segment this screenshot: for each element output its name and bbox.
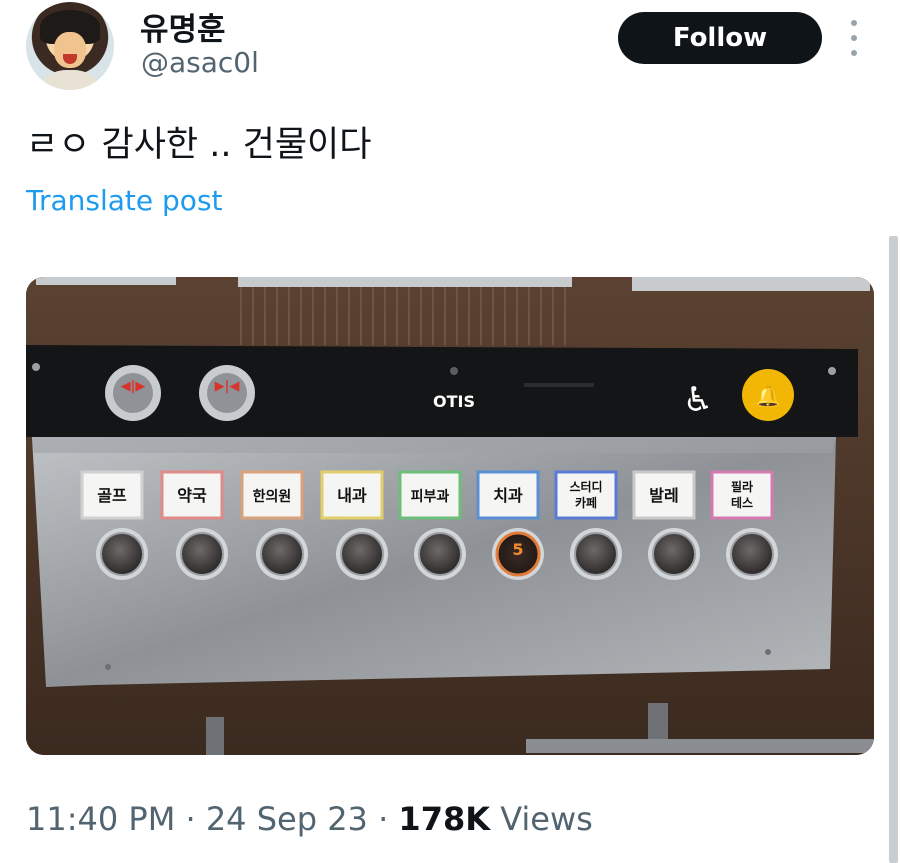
- brand-logo: OTIS: [433, 392, 475, 411]
- svg-text:🔔: 🔔: [756, 384, 781, 408]
- wheelchair-icon: ♿: [683, 380, 713, 420]
- floor-label-text: 필라: [731, 479, 753, 494]
- floor-button: [574, 532, 618, 576]
- floor-button: [418, 532, 462, 576]
- views-count: 178K: [398, 800, 491, 838]
- more-dot: [851, 35, 857, 41]
- floor-button: [730, 532, 774, 576]
- floor-label-text: 발레: [649, 486, 678, 505]
- avatar-shirt: [36, 70, 104, 90]
- post-time[interactable]: 11:40 PM: [26, 800, 175, 838]
- more-dot: [851, 20, 857, 26]
- more-dot: [851, 50, 857, 56]
- floor-label-text: 치과: [493, 486, 523, 505]
- follow-button[interactable]: Follow: [618, 12, 822, 64]
- floor-button: [652, 532, 696, 576]
- post-photo[interactable]: ◀|▶ ▶|◀ OTIS ♿ 🔔 골프 약국 한의원 내과 피부과 치과 5 스터디 카페 발레 필…: [26, 277, 874, 755]
- floor-label-text: 한의원: [253, 488, 292, 505]
- display-name[interactable]: 유명훈: [140, 4, 226, 49]
- post-text: ㄹㅇ 감사한 .. 건물이다: [26, 125, 372, 165]
- floor-button: [100, 532, 144, 576]
- floor-label-text: 카페: [575, 495, 597, 510]
- floor-label-text: 약국: [177, 486, 207, 505]
- post-meta: 11:40 PM · 24 Sep 23 · 178K Views: [26, 800, 593, 838]
- floor-label-text: 내과: [337, 486, 367, 505]
- meta-separator: ·: [185, 800, 196, 838]
- floor-button: [260, 532, 304, 576]
- svg-text:▶|◀: ▶|◀: [215, 379, 240, 394]
- floor-label-card: [554, 470, 618, 520]
- svg-text:◀|▶: ◀|▶: [121, 379, 146, 394]
- post-header: 유명훈 @asac0l Follow: [24, 0, 876, 100]
- floor-button: [180, 532, 224, 576]
- alarm-button: 🔔: [742, 369, 794, 421]
- elevator-panel-photo: ◀|▶ ▶|◀ OTIS ♿ 🔔 골프 약국 한의원 내과 피부과 치과 5 스터디카페 발레 필…: [26, 277, 874, 755]
- meta-separator: ·: [378, 800, 389, 838]
- lit-floor-number: 5: [512, 540, 523, 559]
- door-open-button: ◀|▶: [105, 365, 161, 421]
- floor-button: [340, 532, 384, 576]
- user-handle[interactable]: @asac0l: [141, 46, 259, 79]
- more-options-icon[interactable]: [848, 20, 860, 56]
- floor-label-text: 스터디: [569, 479, 602, 494]
- floor-label-card: [710, 470, 774, 520]
- floor-label-text: 테스: [731, 496, 753, 510]
- post-date[interactable]: 24 Sep 23: [206, 800, 368, 838]
- views-label: Views: [500, 800, 593, 838]
- avatar[interactable]: [26, 2, 114, 90]
- translate-post-link[interactable]: Translate post: [26, 184, 223, 217]
- door-close-button: ▶|◀: [199, 365, 255, 421]
- floor-label-text: 골프: [97, 486, 127, 505]
- floor-label-text: 피부과: [411, 489, 450, 505]
- scrollbar[interactable]: [889, 236, 898, 863]
